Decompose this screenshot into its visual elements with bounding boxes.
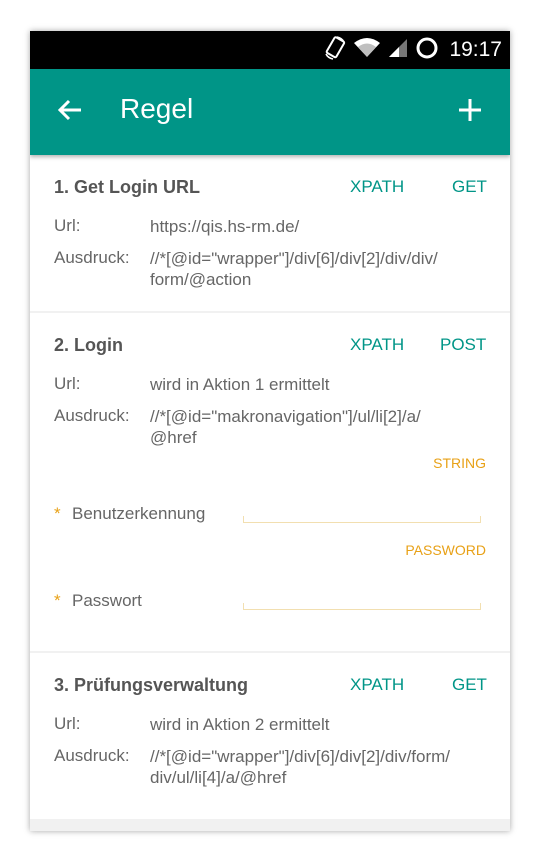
- rule-title: 1. Get Login URL: [54, 177, 200, 197]
- expression-value: //*[@id="wrapper"]/div[6]/div[2]/div/div…: [150, 248, 490, 290]
- url-label: Url:: [54, 374, 81, 393]
- rule-title: 3. Prüfungsverwaltung: [54, 675, 249, 695]
- arrow-left-icon: [57, 98, 83, 127]
- device-screen: 19:17 Regel 1. Get Login URL XPATH GET U…: [30, 31, 510, 831]
- expression-line: //*[@id="wrapper"]/div[6]/div[2]/div/for…: [150, 747, 451, 766]
- username-input[interactable]: [243, 516, 481, 523]
- rule-card[interactable]: 3. Prüfungsverwaltung XPATH GET Url: wir…: [30, 653, 510, 819]
- rotation-icon: [323, 35, 347, 66]
- page-title: Regel: [120, 93, 194, 124]
- status-bar: 19:17: [30, 31, 510, 69]
- password-input[interactable]: [243, 603, 481, 610]
- rule-list: 1. Get Login URL XPATH GET Url: https://…: [30, 155, 510, 831]
- signal-icon: [387, 37, 409, 64]
- rule-card[interactable]: 1. Get Login URL XPATH GET Url: https://…: [30, 155, 510, 311]
- rule-type-button[interactable]: XPATH: [350, 177, 404, 197]
- expression-line: //*[@id="wrapper"]/div[6]/div[2]/div/div…: [150, 249, 438, 268]
- url-value: https://qis.hs-rm.de/: [150, 217, 300, 236]
- required-marker: *: [54, 504, 61, 523]
- url-value: wird in Aktion 1 ermittelt: [150, 375, 330, 394]
- rule-card[interactable]: 2. Login XPATH POST Url: wird in Aktion …: [30, 313, 510, 651]
- field-type-label: STRING: [433, 455, 486, 471]
- rule-title: 2. Login: [54, 335, 123, 355]
- expression-line: @href: [150, 428, 197, 447]
- expression-label: Ausdruck:: [54, 248, 130, 267]
- add-button[interactable]: [452, 94, 488, 130]
- expression-value: //*[@id="wrapper"]/div[6]/div[2]/div/for…: [150, 746, 490, 788]
- expression-line: form/@action: [150, 270, 252, 289]
- expression-line: //*[@id="makronavigation"]/ul/li[2]/a/: [150, 407, 421, 426]
- url-value: wird in Aktion 2 ermittelt: [150, 715, 330, 734]
- loading-icon: [415, 36, 439, 65]
- rule-method-button[interactable]: POST: [440, 335, 486, 355]
- rule-method-button[interactable]: GET: [452, 177, 487, 197]
- expression-label: Ausdruck:: [54, 746, 130, 765]
- rule-method-button[interactable]: GET: [452, 675, 487, 695]
- app-bar: Regel: [30, 69, 510, 155]
- status-time: 19:17: [449, 38, 502, 61]
- url-label: Url:: [54, 714, 81, 733]
- rule-type-button[interactable]: XPATH: [350, 675, 404, 695]
- plus-icon: [457, 97, 483, 128]
- password-label: Passwort: [72, 591, 142, 610]
- username-label: Benutzerkennung: [72, 504, 206, 523]
- back-button[interactable]: [52, 94, 88, 130]
- expression-value: //*[@id="makronavigation"]/ul/li[2]/a/ @…: [150, 406, 490, 448]
- url-label: Url:: [54, 216, 81, 235]
- required-marker: *: [54, 591, 61, 610]
- expression-line: div/ul/li[4]/a/@href: [150, 768, 287, 787]
- field-type-label: PASSWORD: [405, 542, 486, 558]
- expression-label: Ausdruck:: [54, 406, 130, 425]
- rule-type-button[interactable]: XPATH: [350, 335, 404, 355]
- wifi-icon: [353, 37, 381, 64]
